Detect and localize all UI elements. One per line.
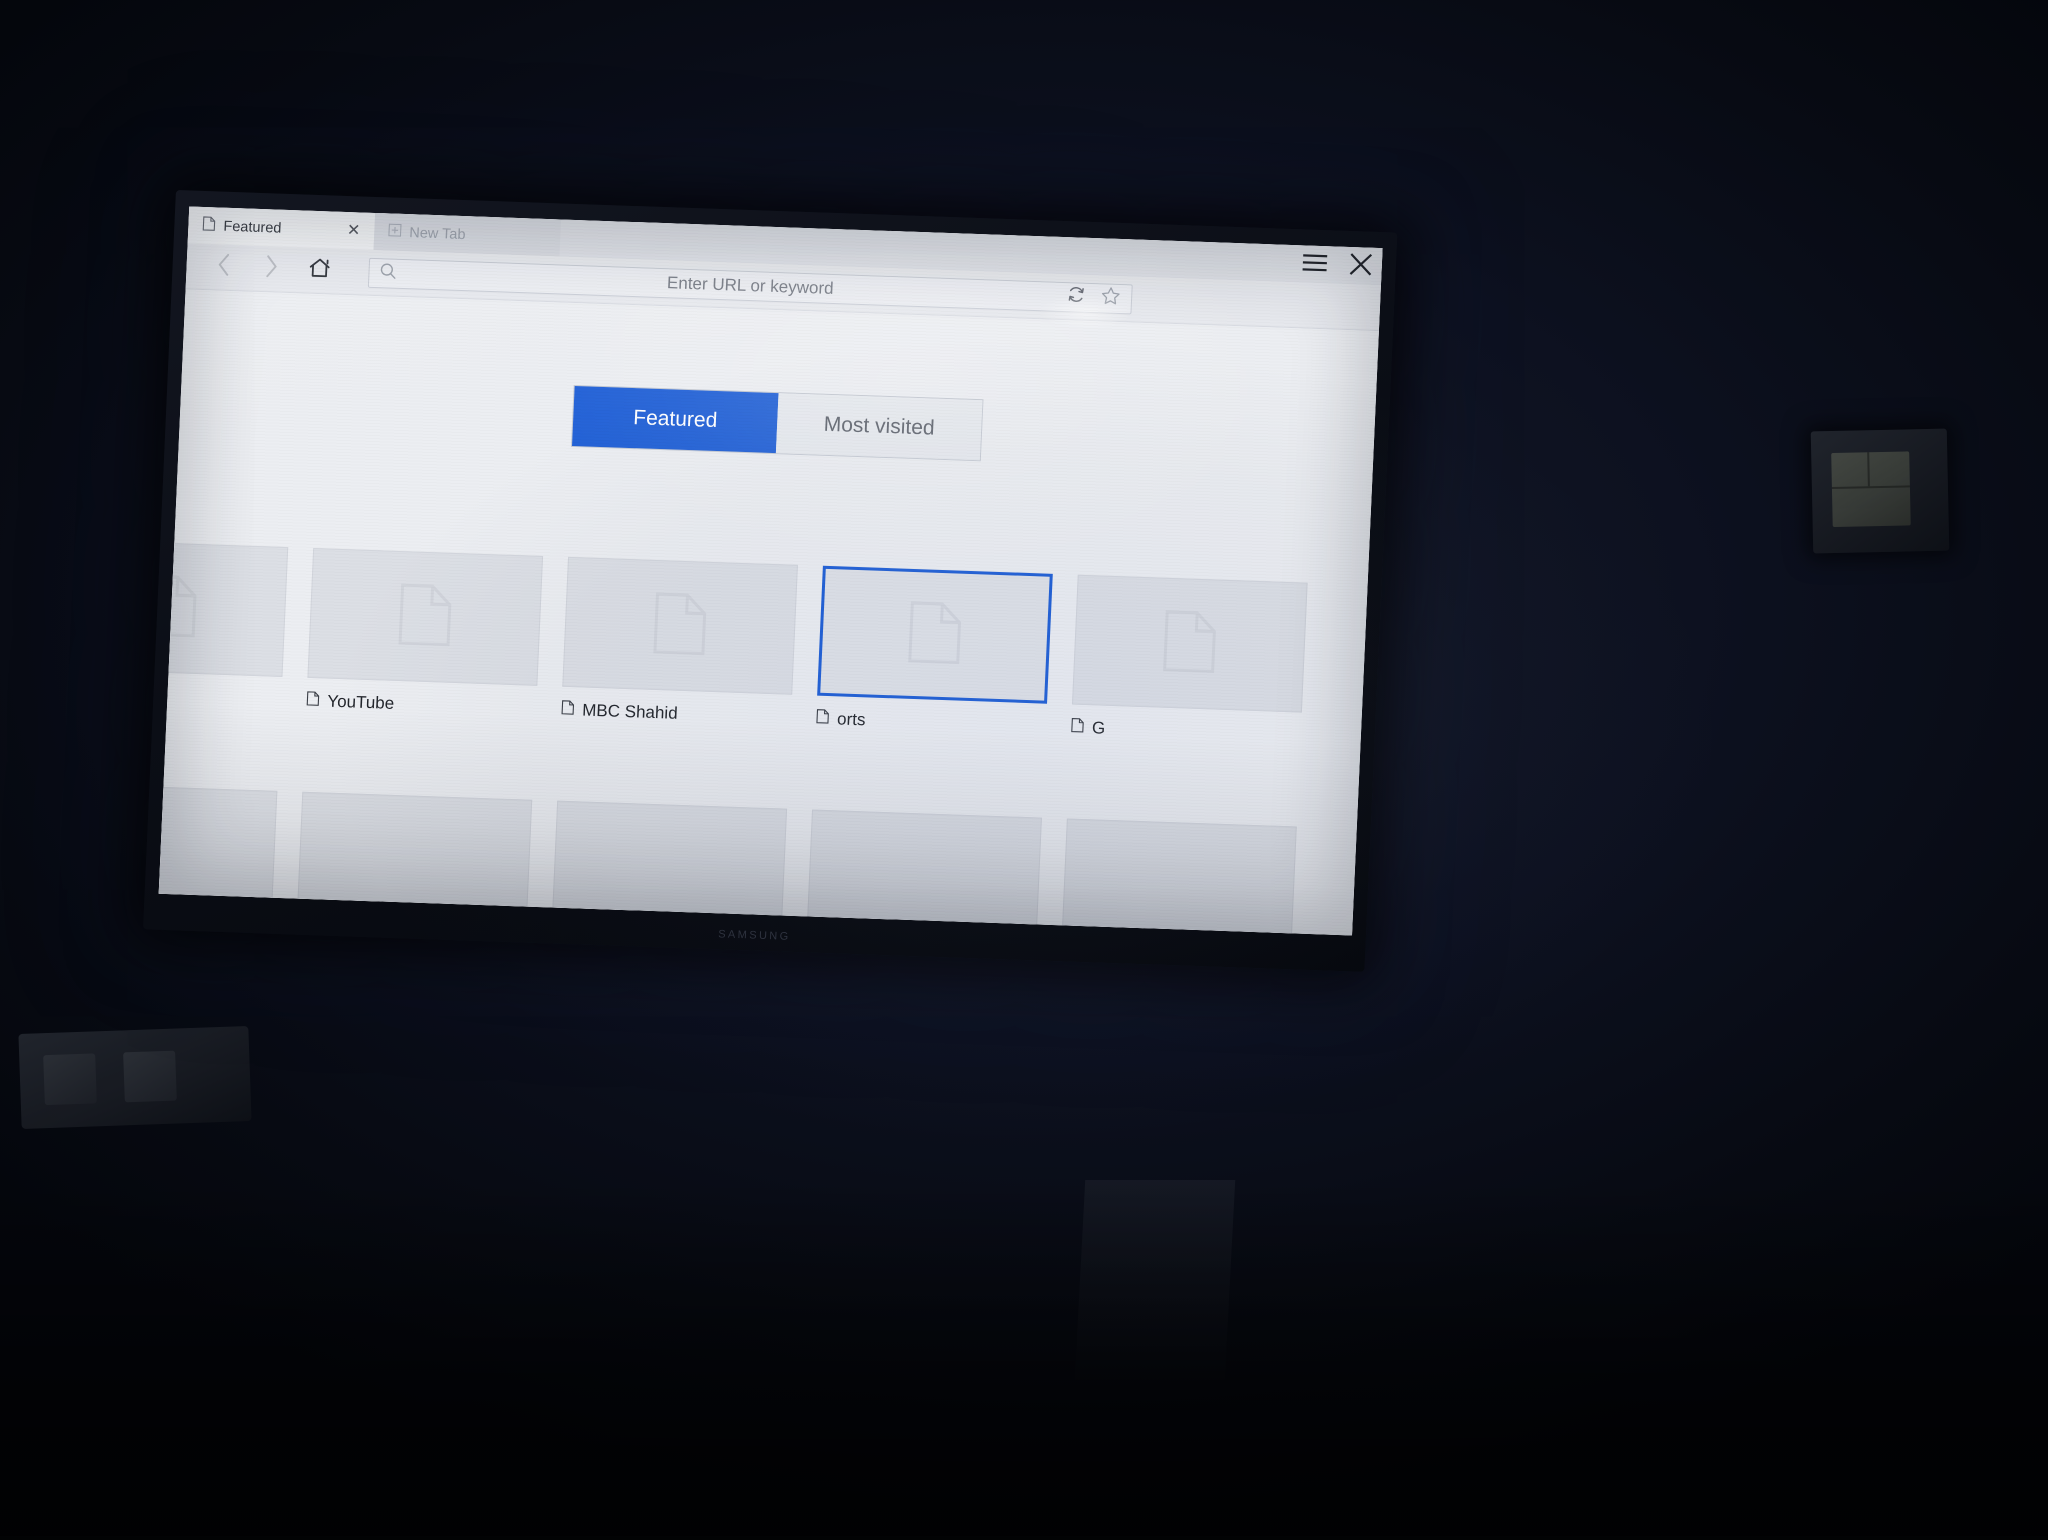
- tile-thumbnail[interactable]: [159, 539, 289, 677]
- featured-tile[interactable]: [159, 783, 278, 911]
- close-icon[interactable]: [1345, 249, 1376, 280]
- tile-label-row: YouTube: [306, 691, 537, 719]
- segment-most-visited[interactable]: Most visited: [776, 393, 983, 460]
- chevron-right-icon: [262, 253, 281, 285]
- browser-window: Featured ✕ New Tab: [159, 206, 1383, 935]
- page-icon: [653, 591, 708, 660]
- home-icon: [307, 256, 332, 286]
- tile-thumbnail[interactable]: [159, 783, 278, 911]
- page-icon: [1162, 609, 1217, 678]
- floor-shadow: [0, 1180, 2048, 1540]
- new-tab-plus-icon: [388, 223, 402, 240]
- page-icon: [907, 600, 962, 669]
- featured-tile[interactable]: [807, 810, 1042, 936]
- featured-tile-mbc-shahid[interactable]: MBC Shahid: [561, 557, 798, 728]
- home-button[interactable]: [298, 253, 341, 288]
- television: Featured ✕ New Tab: [143, 190, 1397, 972]
- tab-label: New Tab: [409, 225, 466, 243]
- wall-plate-inner: [1831, 451, 1911, 527]
- browser-content: Featured Most visited: [159, 289, 1379, 935]
- room-background: Featured ✕ New Tab: [0, 0, 2048, 1536]
- tile-thumbnail[interactable]: [807, 810, 1042, 936]
- tile-label-row: G: [1071, 718, 1302, 746]
- tile-label: YouTube: [327, 692, 395, 714]
- baseboard-outlet: [18, 1026, 251, 1129]
- tv-bezel: Featured ✕ New Tab: [143, 190, 1397, 972]
- tile-label-row: orts: [816, 709, 1047, 737]
- tile-thumbnail[interactable]: [307, 548, 543, 686]
- refresh-icon[interactable]: [1066, 284, 1087, 310]
- tile-label-row: MBC Shahid: [561, 700, 792, 728]
- segment-featured[interactable]: Featured: [572, 386, 779, 453]
- page-icon: [1071, 718, 1085, 738]
- page-icon: [398, 583, 453, 652]
- hamburger-menu-icon[interactable]: [1299, 247, 1330, 278]
- featured-tile[interactable]: [297, 792, 532, 920]
- tab-label: Featured: [223, 218, 282, 236]
- tv-brand-logo: SAMSUNG: [718, 928, 791, 943]
- page-icon: [159, 574, 198, 643]
- page-icon: [816, 709, 830, 729]
- tile-label-row: [159, 682, 282, 710]
- tv-screen: Featured ✕ New Tab: [159, 206, 1383, 935]
- browser-tab-featured[interactable]: Featured ✕: [188, 206, 376, 249]
- tile-thumbnail-focused[interactable]: [817, 566, 1053, 704]
- featured-tile[interactable]: [552, 801, 787, 929]
- featured-tile[interactable]: [1062, 818, 1297, 935]
- wall-mounted-plate: [1811, 429, 1950, 554]
- chevron-left-icon: [214, 251, 233, 283]
- tv-stand-shadow: [1075, 1180, 1235, 1380]
- featured-tile-grid-row1: YouTube: [159, 539, 1379, 753]
- tile-thumbnail[interactable]: [297, 792, 532, 920]
- close-icon[interactable]: ✕: [321, 222, 361, 239]
- search-icon: [379, 262, 397, 285]
- page-icon: [202, 216, 216, 235]
- featured-tile[interactable]: [159, 539, 289, 710]
- tile-thumbnail[interactable]: [1072, 575, 1308, 713]
- home-segmented-control: Featured Most visited: [571, 385, 984, 461]
- featured-tile-selected[interactable]: orts: [816, 566, 1053, 737]
- address-bar-actions: [1066, 284, 1122, 312]
- tile-label: orts: [837, 709, 866, 730]
- tile-label: G: [1092, 718, 1106, 738]
- featured-tile-clipped-right[interactable]: G: [1071, 575, 1308, 746]
- browser-tab-new-tab[interactable]: New Tab: [374, 213, 562, 256]
- back-button[interactable]: [202, 249, 245, 284]
- star-icon[interactable]: [1100, 285, 1122, 312]
- page-icon: [306, 691, 320, 711]
- window-controls: [1299, 241, 1377, 286]
- segment-label: Featured: [633, 406, 718, 433]
- featured-tile-grid-row2: [159, 783, 1379, 936]
- segment-label: Most visited: [823, 413, 935, 441]
- featured-tile-youtube[interactable]: YouTube: [306, 548, 543, 719]
- tile-label: MBC Shahid: [582, 700, 678, 723]
- tile-thumbnail[interactable]: [1062, 818, 1297, 935]
- tile-thumbnail[interactable]: [552, 801, 787, 929]
- page-icon: [561, 700, 575, 720]
- forward-button[interactable]: [250, 251, 293, 286]
- outlet-socket: [123, 1051, 177, 1103]
- tile-thumbnail[interactable]: [562, 557, 798, 695]
- outlet-socket: [43, 1053, 97, 1105]
